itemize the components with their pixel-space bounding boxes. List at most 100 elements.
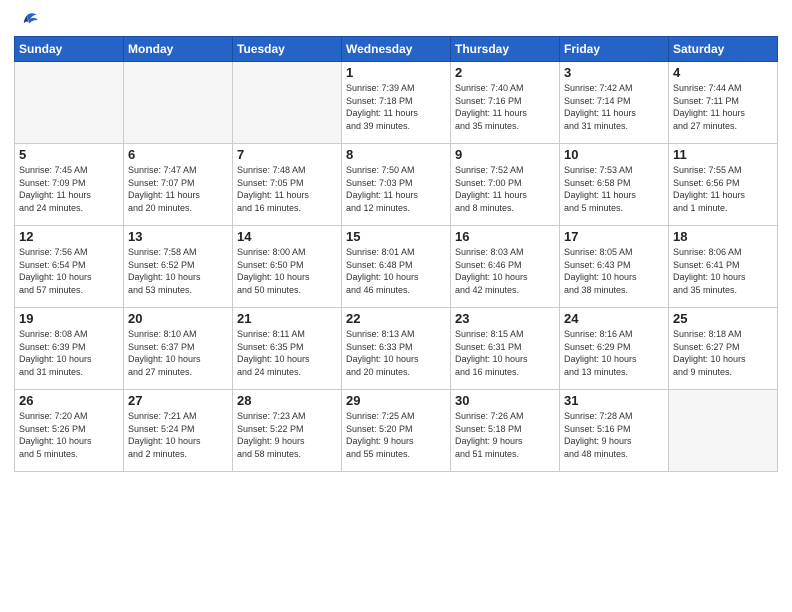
- calendar-cell: 5 Sunrise: 7:45 AM Sunset: 7:09 PM Daylig…: [15, 144, 124, 226]
- day-number: 12: [19, 229, 119, 244]
- day-info: Sunrise: 7:21 AM Sunset: 5:24 PM Dayligh…: [128, 410, 228, 460]
- day-number: 2: [455, 65, 555, 80]
- day-info: Sunrise: 8:16 AM Sunset: 6:29 PM Dayligh…: [564, 328, 664, 378]
- day-number: 29: [346, 393, 446, 408]
- day-number: 19: [19, 311, 119, 326]
- calendar-cell: [15, 62, 124, 144]
- logo-bird-icon: [16, 10, 38, 32]
- calendar-cell: 26 Sunrise: 7:20 AM Sunset: 5:26 PM Dayli…: [15, 390, 124, 472]
- day-info: Sunrise: 8:06 AM Sunset: 6:41 PM Dayligh…: [673, 246, 773, 296]
- weekday-header-thursday: Thursday: [451, 37, 560, 62]
- day-number: 26: [19, 393, 119, 408]
- calendar-cell: [669, 390, 778, 472]
- day-number: 31: [564, 393, 664, 408]
- calendar-cell: 4 Sunrise: 7:44 AM Sunset: 7:11 PM Daylig…: [669, 62, 778, 144]
- day-number: 11: [673, 147, 773, 162]
- day-info: Sunrise: 7:53 AM Sunset: 6:58 PM Dayligh…: [564, 164, 664, 214]
- calendar-cell: 17 Sunrise: 8:05 AM Sunset: 6:43 PM Dayli…: [560, 226, 669, 308]
- day-number: 5: [19, 147, 119, 162]
- day-number: 14: [237, 229, 337, 244]
- day-info: Sunrise: 8:03 AM Sunset: 6:46 PM Dayligh…: [455, 246, 555, 296]
- day-number: 25: [673, 311, 773, 326]
- day-number: 4: [673, 65, 773, 80]
- calendar-cell: 2 Sunrise: 7:40 AM Sunset: 7:16 PM Daylig…: [451, 62, 560, 144]
- day-info: Sunrise: 8:00 AM Sunset: 6:50 PM Dayligh…: [237, 246, 337, 296]
- day-info: Sunrise: 8:08 AM Sunset: 6:39 PM Dayligh…: [19, 328, 119, 378]
- day-info: Sunrise: 7:28 AM Sunset: 5:16 PM Dayligh…: [564, 410, 664, 460]
- header: [14, 10, 778, 28]
- day-info: Sunrise: 7:44 AM Sunset: 7:11 PM Dayligh…: [673, 82, 773, 132]
- day-number: 1: [346, 65, 446, 80]
- day-info: Sunrise: 7:42 AM Sunset: 7:14 PM Dayligh…: [564, 82, 664, 132]
- day-info: Sunrise: 7:23 AM Sunset: 5:22 PM Dayligh…: [237, 410, 337, 460]
- day-info: Sunrise: 8:05 AM Sunset: 6:43 PM Dayligh…: [564, 246, 664, 296]
- day-info: Sunrise: 8:13 AM Sunset: 6:33 PM Dayligh…: [346, 328, 446, 378]
- day-number: 10: [564, 147, 664, 162]
- calendar-cell: 20 Sunrise: 8:10 AM Sunset: 6:37 PM Dayli…: [124, 308, 233, 390]
- day-info: Sunrise: 7:45 AM Sunset: 7:09 PM Dayligh…: [19, 164, 119, 214]
- calendar-cell: 22 Sunrise: 8:13 AM Sunset: 6:33 PM Dayli…: [342, 308, 451, 390]
- day-number: 18: [673, 229, 773, 244]
- day-info: Sunrise: 7:40 AM Sunset: 7:16 PM Dayligh…: [455, 82, 555, 132]
- calendar-cell: 7 Sunrise: 7:48 AM Sunset: 7:05 PM Daylig…: [233, 144, 342, 226]
- calendar-cell: 12 Sunrise: 7:56 AM Sunset: 6:54 PM Dayli…: [15, 226, 124, 308]
- day-info: Sunrise: 7:39 AM Sunset: 7:18 PM Dayligh…: [346, 82, 446, 132]
- day-number: 6: [128, 147, 228, 162]
- day-number: 16: [455, 229, 555, 244]
- calendar-cell: 19 Sunrise: 8:08 AM Sunset: 6:39 PM Dayli…: [15, 308, 124, 390]
- week-row-2: 12 Sunrise: 7:56 AM Sunset: 6:54 PM Dayli…: [15, 226, 778, 308]
- calendar-cell: 18 Sunrise: 8:06 AM Sunset: 6:41 PM Dayli…: [669, 226, 778, 308]
- weekday-header-saturday: Saturday: [669, 37, 778, 62]
- calendar-cell: 21 Sunrise: 8:11 AM Sunset: 6:35 PM Dayli…: [233, 308, 342, 390]
- day-number: 24: [564, 311, 664, 326]
- weekday-header-tuesday: Tuesday: [233, 37, 342, 62]
- weekday-header-row: SundayMondayTuesdayWednesdayThursdayFrid…: [15, 37, 778, 62]
- day-info: Sunrise: 7:56 AM Sunset: 6:54 PM Dayligh…: [19, 246, 119, 296]
- calendar-cell: 1 Sunrise: 7:39 AM Sunset: 7:18 PM Daylig…: [342, 62, 451, 144]
- page: SundayMondayTuesdayWednesdayThursdayFrid…: [0, 0, 792, 612]
- day-number: 15: [346, 229, 446, 244]
- day-info: Sunrise: 8:01 AM Sunset: 6:48 PM Dayligh…: [346, 246, 446, 296]
- day-info: Sunrise: 8:15 AM Sunset: 6:31 PM Dayligh…: [455, 328, 555, 378]
- week-row-3: 19 Sunrise: 8:08 AM Sunset: 6:39 PM Dayli…: [15, 308, 778, 390]
- day-info: Sunrise: 7:20 AM Sunset: 5:26 PM Dayligh…: [19, 410, 119, 460]
- day-number: 22: [346, 311, 446, 326]
- day-number: 13: [128, 229, 228, 244]
- calendar-cell: 6Sunrise: 7:47 AM Sunset: 7:07 PM Daylig…: [124, 144, 233, 226]
- day-number: 17: [564, 229, 664, 244]
- day-info: Sunrise: 7:48 AM Sunset: 7:05 PM Dayligh…: [237, 164, 337, 214]
- calendar-cell: [124, 62, 233, 144]
- calendar-cell: 9Sunrise: 7:52 AM Sunset: 7:00 PM Daylig…: [451, 144, 560, 226]
- weekday-header-friday: Friday: [560, 37, 669, 62]
- calendar-cell: 31 Sunrise: 7:28 AM Sunset: 5:16 PM Dayli…: [560, 390, 669, 472]
- day-info: Sunrise: 7:52 AM Sunset: 7:00 PM Dayligh…: [455, 164, 555, 214]
- day-number: 27: [128, 393, 228, 408]
- day-info: Sunrise: 7:25 AM Sunset: 5:20 PM Dayligh…: [346, 410, 446, 460]
- day-number: 20: [128, 311, 228, 326]
- weekday-header-wednesday: Wednesday: [342, 37, 451, 62]
- day-number: 23: [455, 311, 555, 326]
- day-number: 30: [455, 393, 555, 408]
- weekday-header-sunday: Sunday: [15, 37, 124, 62]
- day-info: Sunrise: 8:10 AM Sunset: 6:37 PM Dayligh…: [128, 328, 228, 378]
- weekday-header-monday: Monday: [124, 37, 233, 62]
- calendar-table: SundayMondayTuesdayWednesdayThursdayFrid…: [14, 36, 778, 472]
- day-number: 21: [237, 311, 337, 326]
- day-number: 3: [564, 65, 664, 80]
- day-info: Sunrise: 8:11 AM Sunset: 6:35 PM Dayligh…: [237, 328, 337, 378]
- calendar-cell: 28Sunrise: 7:23 AM Sunset: 5:22 PM Dayli…: [233, 390, 342, 472]
- logo: [14, 10, 38, 28]
- calendar-cell: 13 Sunrise: 7:58 AM Sunset: 6:52 PM Dayli…: [124, 226, 233, 308]
- day-info: Sunrise: 7:58 AM Sunset: 6:52 PM Dayligh…: [128, 246, 228, 296]
- calendar-cell: 30 Sunrise: 7:26 AM Sunset: 5:18 PM Dayli…: [451, 390, 560, 472]
- calendar-cell: 3 Sunrise: 7:42 AM Sunset: 7:14 PM Daylig…: [560, 62, 669, 144]
- calendar-cell: 11 Sunrise: 7:55 AM Sunset: 6:56 PM Dayli…: [669, 144, 778, 226]
- day-info: Sunrise: 7:55 AM Sunset: 6:56 PM Dayligh…: [673, 164, 773, 214]
- week-row-0: 1 Sunrise: 7:39 AM Sunset: 7:18 PM Daylig…: [15, 62, 778, 144]
- day-info: Sunrise: 7:26 AM Sunset: 5:18 PM Dayligh…: [455, 410, 555, 460]
- calendar-cell: 8Sunrise: 7:50 AM Sunset: 7:03 PM Daylig…: [342, 144, 451, 226]
- day-number: 8: [346, 147, 446, 162]
- week-row-1: 5 Sunrise: 7:45 AM Sunset: 7:09 PM Daylig…: [15, 144, 778, 226]
- day-number: 7: [237, 147, 337, 162]
- calendar-cell: 27 Sunrise: 7:21 AM Sunset: 5:24 PM Dayli…: [124, 390, 233, 472]
